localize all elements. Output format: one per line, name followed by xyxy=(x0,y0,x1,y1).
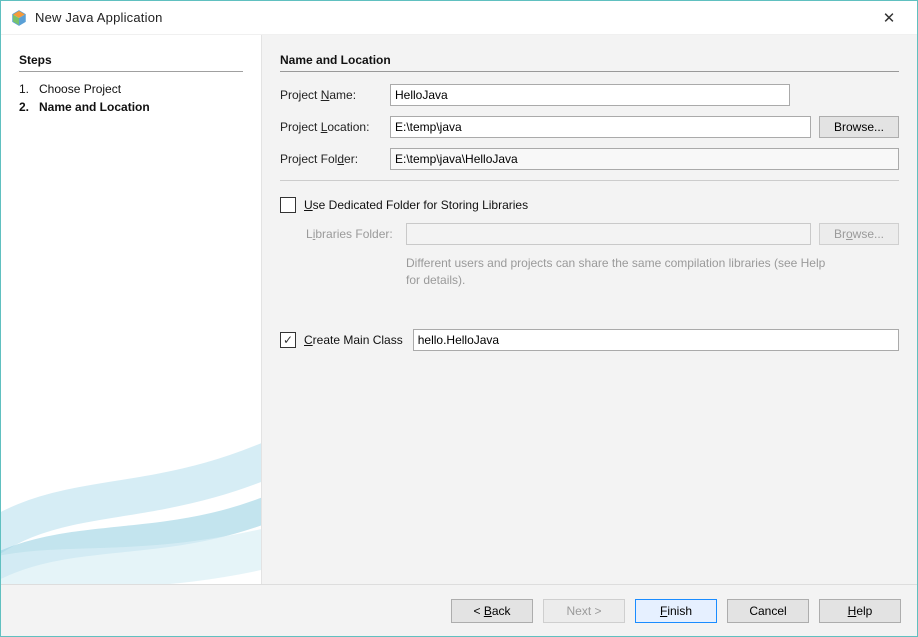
divider xyxy=(19,71,243,72)
step-label: Name and Location xyxy=(39,100,150,114)
window-title: New Java Application xyxy=(35,10,871,25)
project-location-input[interactable] xyxy=(390,116,811,138)
step-number: 1. xyxy=(19,82,39,96)
steps-list: 1. Choose Project 2. Name and Location xyxy=(19,80,243,116)
project-location-label: Project Location: xyxy=(280,120,390,134)
dialog-body: Steps 1. Choose Project 2. Name and Loca… xyxy=(1,35,917,584)
main-panel: Name and Location Project Name: Project … xyxy=(261,35,917,584)
step-item: 1. Choose Project xyxy=(19,80,243,98)
use-dedicated-label: Use Dedicated Folder for Storing Librari… xyxy=(304,198,528,212)
use-dedicated-checkbox[interactable] xyxy=(280,197,296,213)
app-icon xyxy=(11,10,27,26)
use-dedicated-row: Use Dedicated Folder for Storing Librari… xyxy=(280,197,899,213)
dedicated-folder-block: Use Dedicated Folder for Storing Librari… xyxy=(280,197,899,289)
steps-panel: Steps 1. Choose Project 2. Name and Loca… xyxy=(1,35,261,584)
back-button[interactable]: < Back xyxy=(451,599,533,623)
close-icon: ✕ xyxy=(883,10,896,27)
button-bar: < Back Next > Finish Cancel Help xyxy=(1,584,917,636)
project-name-input[interactable] xyxy=(390,84,790,106)
browse-location-button[interactable]: Browse... xyxy=(819,116,899,138)
libraries-folder-label: Libraries Folder: xyxy=(306,227,406,241)
project-name-label: Project Name: xyxy=(280,88,390,102)
create-main-class-label: Create Main Class xyxy=(304,333,403,347)
libraries-hint: Different users and projects can share t… xyxy=(406,255,826,289)
browse-libraries-button: Browse... xyxy=(819,223,899,245)
create-main-class-checkbox[interactable] xyxy=(280,332,296,348)
help-button[interactable]: Help xyxy=(819,599,901,623)
decorative-swoosh xyxy=(1,424,261,584)
project-folder-row: Project Folder: xyxy=(280,148,899,170)
project-location-row: Project Location: Browse... xyxy=(280,116,899,138)
cancel-button[interactable]: Cancel xyxy=(727,599,809,623)
titlebar: New Java Application ✕ xyxy=(1,1,917,35)
project-folder-label: Project Folder: xyxy=(280,152,390,166)
project-folder-input xyxy=(390,148,899,170)
step-label: Choose Project xyxy=(39,82,121,96)
libraries-folder-input xyxy=(406,223,811,245)
main-class-input[interactable] xyxy=(413,329,899,351)
divider xyxy=(280,71,899,72)
next-button: Next > xyxy=(543,599,625,623)
close-button[interactable]: ✕ xyxy=(871,9,907,27)
divider xyxy=(280,180,899,181)
section-title: Name and Location xyxy=(280,53,899,67)
project-name-row: Project Name: xyxy=(280,84,899,106)
new-java-application-dialog: New Java Application ✕ Steps 1. Choose P… xyxy=(0,0,918,637)
step-item-current: 2. Name and Location xyxy=(19,98,243,116)
libraries-folder-row: Libraries Folder: Browse... xyxy=(306,223,899,245)
step-number: 2. xyxy=(19,100,39,114)
finish-button[interactable]: Finish xyxy=(635,599,717,623)
create-main-class-row: Create Main Class xyxy=(280,329,899,351)
steps-header: Steps xyxy=(19,53,243,67)
